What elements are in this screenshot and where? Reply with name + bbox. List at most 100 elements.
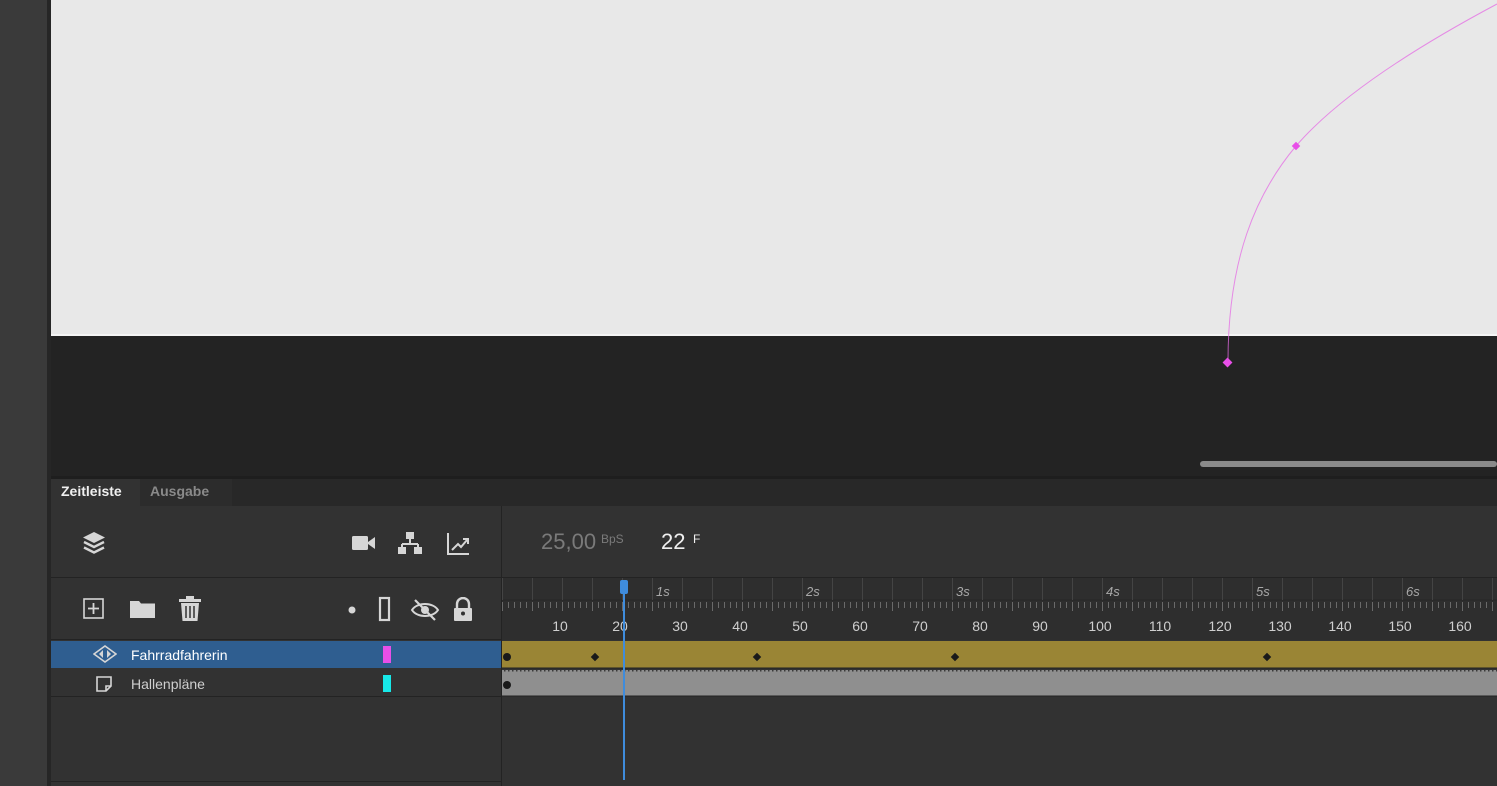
row-dotted-edge [716, 670, 718, 672]
row-dotted-edge [1032, 670, 1034, 672]
row-dotted-edge [1176, 670, 1178, 672]
visibility-hidden-icon[interactable] [410, 597, 440, 623]
row-dotted-edge [1168, 670, 1170, 672]
row-dotted-edge [1268, 670, 1270, 672]
row-dotted-edge [1208, 670, 1210, 672]
row-dotted-edge [1312, 670, 1314, 672]
row-dotted-edge [1376, 670, 1378, 672]
row-dotted-edge [1160, 670, 1162, 672]
row-dotted-edge [520, 670, 522, 672]
row-dotted-edge [1440, 670, 1442, 672]
layer-color-swatch[interactable] [383, 646, 391, 663]
row-dotted-edge [1108, 670, 1110, 672]
new-layer-icon[interactable] [82, 597, 106, 621]
camera-icon[interactable] [350, 532, 378, 554]
row-dotted-edge [592, 670, 594, 672]
row-dotted-edge [512, 670, 514, 672]
row-dotted-edge [1120, 670, 1122, 672]
row-dotted-edge [796, 670, 798, 672]
playhead[interactable] [623, 590, 625, 780]
row-dotted-edge [664, 670, 666, 672]
layer-row-hallenplaene[interactable]: Hallenpläne [51, 670, 501, 697]
new-folder-icon[interactable] [128, 597, 158, 621]
row-dotted-edge [948, 670, 950, 672]
row-dotted-edge [644, 670, 646, 672]
layer-name[interactable]: Fahrradfahrerin [131, 641, 228, 670]
row-dotted-edge [1096, 670, 1098, 672]
row-dotted-edge [1144, 670, 1146, 672]
outline-toggle-icon[interactable] [377, 596, 393, 624]
row-dotted-edge [1104, 670, 1106, 672]
row-dotted-edge [1072, 670, 1074, 672]
row-dotted-edge [812, 670, 814, 672]
row-dotted-edge [668, 670, 670, 672]
frame-tick-label: 130 [1268, 618, 1292, 634]
row-dotted-edge [988, 670, 990, 672]
row-dotted-edge [1232, 670, 1234, 672]
row-dotted-edge [976, 670, 978, 672]
row-dotted-edge [892, 670, 894, 672]
row-dotted-edge [972, 670, 974, 672]
delete-trash-icon[interactable] [177, 595, 203, 623]
row-dotted-edge [1204, 670, 1206, 672]
row-dotted-edge [1000, 670, 1002, 672]
row-dotted-edge [1284, 670, 1286, 672]
row-dotted-edge [620, 670, 622, 672]
row-dotted-edge [776, 670, 778, 672]
row-dotted-edge [876, 670, 878, 672]
row-dotted-edge [1028, 670, 1030, 672]
row-dotted-edge [636, 670, 638, 672]
row-dotted-edge [856, 670, 858, 672]
static-span [502, 670, 1497, 696]
frame-rate-value[interactable]: 25,00 [541, 529, 596, 555]
row-dotted-edge [920, 670, 922, 672]
layers-icon[interactable] [80, 529, 108, 557]
playhead-handle[interactable] [620, 580, 628, 594]
row-dotted-edge [792, 670, 794, 672]
row-dotted-edge [1020, 670, 1022, 672]
row-dotted-edge [600, 670, 602, 672]
stage-horizontal-scrollbar[interactable] [1200, 461, 1497, 467]
lock-icon[interactable] [452, 597, 474, 623]
row-dotted-edge [744, 670, 746, 672]
easing-graph-icon[interactable] [445, 531, 471, 557]
row-dotted-edge [1272, 670, 1274, 672]
row-dotted-edge [628, 670, 630, 672]
row-dotted-edge [720, 670, 722, 672]
row-dotted-edge [1140, 670, 1142, 672]
second-marker-label: 3s [956, 584, 970, 599]
layer-header-separator [51, 639, 501, 640]
row-dotted-edge [1152, 670, 1154, 672]
row-dotted-edge [1484, 670, 1486, 672]
layer-color-swatch[interactable] [383, 675, 391, 692]
row-dotted-edge [1264, 670, 1266, 672]
timeline-tracks[interactable] [502, 640, 1497, 786]
keyframe-marker [503, 653, 511, 661]
current-frame-value[interactable]: 22 [661, 529, 685, 555]
row-dotted-edge [1256, 670, 1258, 672]
row-dotted-edge [1372, 670, 1374, 672]
tab-zeitleiste[interactable]: Zeitleiste [51, 479, 153, 506]
row-dotted-edge [700, 670, 702, 672]
tab-ausgabe[interactable]: Ausgabe [140, 479, 232, 506]
row-dotted-edge [1216, 670, 1218, 672]
row-dotted-edge [1092, 670, 1094, 672]
row-dotted-edge [640, 670, 642, 672]
layer-row-fahrradfahrerin[interactable]: Fahrradfahrerin [51, 641, 501, 668]
row-dotted-edge [880, 670, 882, 672]
highlight-dot-icon[interactable] [345, 603, 359, 617]
row-dotted-edge [524, 670, 526, 672]
row-dotted-edge [724, 670, 726, 672]
layer-name[interactable]: Hallenpläne [131, 670, 205, 699]
row-dotted-edge [756, 670, 758, 672]
row-dotted-edge [1052, 670, 1054, 672]
row-dotted-edge [848, 670, 850, 672]
row-dotted-edge [780, 670, 782, 672]
row-dotted-edge [1080, 670, 1082, 672]
row-dotted-edge [1448, 670, 1450, 672]
stage-canvas[interactable] [51, 0, 1497, 336]
layer-parenting-icon[interactable] [397, 530, 423, 556]
row-dotted-edge [1460, 670, 1462, 672]
row-dotted-edge [740, 670, 742, 672]
row-dotted-edge [996, 670, 998, 672]
